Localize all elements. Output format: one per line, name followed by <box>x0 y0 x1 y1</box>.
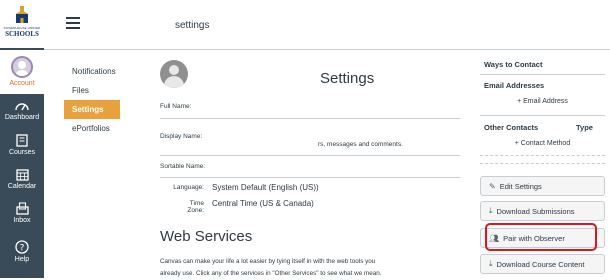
top-bar: settings <box>44 0 610 50</box>
web-services-desc-line1: Canvas can make your life a lot easier b… <box>160 258 376 265</box>
account-avatar-icon <box>11 56 33 78</box>
nav-inbox[interactable]: Inbox <box>0 202 44 224</box>
web-services-title: Web Services <box>160 228 253 245</box>
highlight-annotation <box>485 223 597 251</box>
download-icon: ⤓ <box>489 259 493 268</box>
nav-dashboard-label: Dashboard <box>4 114 40 121</box>
nav-calendar[interactable]: Calendar <box>0 168 44 190</box>
menu-toggle-icon[interactable] <box>66 17 80 32</box>
courses-icon <box>16 134 28 147</box>
download-submissions-label: Download Submissions <box>496 206 575 216</box>
nav-help[interactable]: ? Help <box>0 240 44 263</box>
email-addresses-heading: Email Addresses <box>484 81 545 90</box>
global-navigation: POWERHOUSE UNIFIED SCHOOLS Account Dashb… <box>0 0 44 278</box>
calendar-icon <box>15 169 29 181</box>
download-submissions-button[interactable]: ⤓ Download Submissions <box>480 201 605 221</box>
edit-settings-label: Edit Settings <box>499 181 542 191</box>
add-contact-method-link[interactable]: + Contact Method <box>480 140 605 147</box>
nav-inbox-label: Inbox <box>13 217 31 224</box>
type-column-heading: Type <box>576 123 593 132</box>
pencil-icon: ✎ <box>489 181 496 191</box>
nav-calendar-label: Calendar <box>7 183 37 190</box>
divider <box>160 177 460 178</box>
nav-courses-label: Courses <box>8 149 36 156</box>
school-logo[interactable]: POWERHOUSE UNIFIED SCHOOLS <box>0 0 44 48</box>
nav-account-label: Account <box>9 80 35 87</box>
other-contacts-heading: Other Contacts <box>484 123 539 132</box>
logo-line2: SCHOOLS <box>5 30 39 38</box>
subnav-settings[interactable]: Settings <box>64 100 120 119</box>
add-email-link[interactable]: + Email Address <box>480 98 605 105</box>
sortable-name-label: Sortable Name: <box>160 163 206 170</box>
edit-settings-button[interactable]: ✎ Edit Settings <box>480 176 605 196</box>
divider <box>480 163 605 164</box>
breadcrumb[interactable]: settings <box>175 20 209 31</box>
svg-text:?: ? <box>20 243 25 253</box>
account-sub-navigation: Notifications Files Settings ePortfolios <box>64 62 120 138</box>
divider <box>160 155 460 156</box>
display-name-hint: rs, messages and comments. <box>318 141 403 148</box>
subnav-notifications[interactable]: Notifications <box>64 62 120 81</box>
display-name-label: Display Name: <box>160 133 203 140</box>
full-name-label: Full Name: <box>160 103 192 110</box>
divider <box>480 155 605 156</box>
divider <box>160 118 460 119</box>
nav-dashboard[interactable]: Dashboard <box>0 100 44 121</box>
nav-help-label: Help <box>14 256 30 263</box>
profile-picture[interactable] <box>160 60 188 88</box>
subnav-eportfolios[interactable]: ePortfolios <box>64 119 120 138</box>
language-label: Language: <box>173 184 204 191</box>
settings-main: Settings Full Name: Display Name: rs, me… <box>160 58 460 278</box>
download-course-content-label: Download Course Content <box>496 259 585 269</box>
download-course-content-button[interactable]: ⤓ Download Course Content <box>480 254 605 274</box>
school-logo-icon <box>16 6 28 23</box>
nav-courses[interactable]: Courses <box>0 134 44 156</box>
page-title: Settings <box>320 70 375 87</box>
nav-account[interactable]: Account <box>0 50 44 94</box>
web-services-desc-line2: already use. Click any of the services i… <box>160 270 382 277</box>
language-value: System Default (English (US)) <box>212 183 319 192</box>
timezone-label: Time Zone: <box>187 200 204 214</box>
download-icon: ⤓ <box>489 206 493 215</box>
divider <box>480 74 605 75</box>
ways-to-contact-heading: Ways to Contact <box>484 60 543 69</box>
web-services-description: Canvas can make your life a lot easier b… <box>160 256 460 280</box>
divider <box>480 115 605 116</box>
dashboard-icon <box>15 103 29 111</box>
subnav-files[interactable]: Files <box>64 81 120 100</box>
inbox-icon <box>15 202 29 215</box>
help-icon: ? <box>15 240 29 254</box>
timezone-value: Central Time (US & Canada) <box>212 199 314 208</box>
